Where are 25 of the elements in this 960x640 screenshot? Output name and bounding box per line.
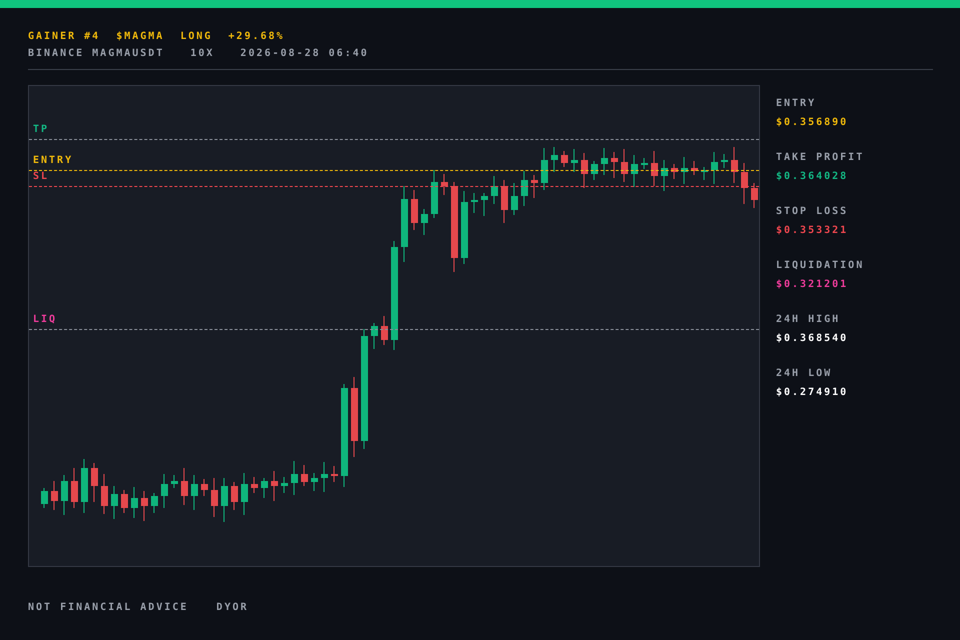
disclaimer-text: NOT FINANCIAL ADVICE: [28, 602, 188, 613]
headline-text: +29.68%: [228, 31, 285, 42]
price-line-label: LIQ: [33, 314, 58, 325]
headline-text: LONG: [180, 31, 212, 42]
stat-value: $0.368540: [776, 333, 850, 344]
stat-label: LIQUIDATION: [776, 260, 864, 271]
stat-value: $0.274910: [776, 387, 850, 398]
price-line-label: ENTRY: [33, 155, 74, 166]
subtitle-text: 2026-08-28 06:40: [240, 48, 369, 59]
stat-value: $0.364028: [776, 171, 850, 182]
stat-label: STOP LOSS: [776, 206, 850, 217]
price-line-label: TP: [33, 124, 50, 135]
stat-label: TAKE PROFIT: [776, 152, 864, 163]
stat-value: $0.356890: [776, 117, 850, 128]
stat-label: ENTRY: [776, 98, 818, 109]
headline-text: GAINER #4: [28, 31, 100, 42]
headline-text: $MAGMA: [116, 31, 164, 42]
stat-label: 24H LOW: [776, 368, 834, 379]
stat-value: $0.353321: [776, 225, 850, 236]
price-line-label: SL: [33, 171, 50, 182]
subtitle-text: 10X: [190, 48, 214, 59]
stat-label: 24H HIGH: [776, 314, 842, 325]
subtitle-text: BINANCE MAGMAUSDT: [28, 48, 164, 59]
disclaimer-text: DYOR: [216, 602, 249, 613]
stat-value: $0.321201: [776, 279, 850, 290]
